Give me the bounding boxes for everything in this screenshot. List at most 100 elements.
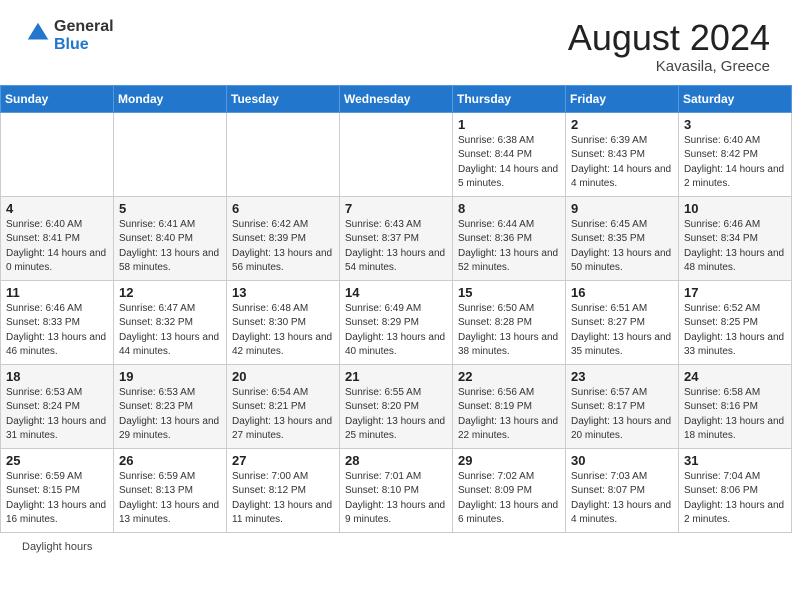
day-number: 9 xyxy=(571,201,673,216)
day-number: 31 xyxy=(684,453,786,468)
day-info: Sunrise: 6:49 AM Sunset: 8:29 PM Dayligh… xyxy=(345,302,447,360)
day-info: Sunrise: 6:46 AM Sunset: 8:33 PM Dayligh… xyxy=(6,302,108,360)
calendar-week-row: 11 Sunrise: 6:46 AM Sunset: 8:33 PM Dayli… xyxy=(1,280,792,364)
calendar-cell: 2Sunrise: 6:39 AM Sunset: 8:43 PM Daylig… xyxy=(566,112,679,196)
day-info: Sunrise: 6:50 AM Sunset: 8:28 PM Dayligh… xyxy=(458,302,560,360)
calendar-cell: 12Sunrise: 6:47 AM Sunset: 8:32 PM Dayli… xyxy=(114,280,227,364)
calendar-cell: 1 Sunrise: 6:38 AM Sunset: 8:44 PM Daylig… xyxy=(453,112,566,196)
calendar-cell: 9 Sunrise: 6:45 AM Sunset: 8:35 PM Daylig… xyxy=(566,196,679,280)
logo-blue-text: Blue xyxy=(54,36,89,53)
month-year-title: August 2024 xyxy=(568,18,770,58)
day-number: 30 xyxy=(571,453,673,468)
day-number: 23 xyxy=(571,369,673,384)
day-info: Sunrise: 6:41 AM Sunset: 8:40 PM Dayligh… xyxy=(119,218,221,276)
calendar-cell: 24 Sunrise: 6:58 AM Sunset: 8:16 PM Dayli… xyxy=(679,364,792,448)
day-info: Sunrise: 6:53 AM Sunset: 8:24 PM Dayligh… xyxy=(6,386,108,444)
day-number: 16 xyxy=(571,285,673,300)
day-number: 28 xyxy=(345,453,447,468)
logo-general-text: General xyxy=(54,18,114,35)
day-info: Sunrise: 6:54 AM Sunset: 8:21 PM Dayligh… xyxy=(232,386,334,444)
calendar-cell: 7 Sunrise: 6:43 AM Sunset: 8:37 PM Daylig… xyxy=(340,196,453,280)
location-subtitle: Kavasila, Greece xyxy=(568,58,770,75)
day-info: Sunrise: 7:00 AM Sunset: 8:12 PM Dayligh… xyxy=(232,470,334,528)
calendar-cell: 31 Sunrise: 7:04 AM Sunset: 8:06 PM Dayli… xyxy=(679,448,792,532)
day-number: 22 xyxy=(458,369,560,384)
day-number: 4 xyxy=(6,201,108,216)
calendar-cell: 13 Sunrise: 6:48 AM Sunset: 8:30 PM Dayli… xyxy=(227,280,340,364)
day-info: Sunrise: 7:02 AM Sunset: 8:09 PM Dayligh… xyxy=(458,470,560,528)
day-number: 26 xyxy=(119,453,221,468)
day-number: 7 xyxy=(345,201,447,216)
day-number: 18 xyxy=(6,369,108,384)
day-number: 21 xyxy=(345,369,447,384)
day-info: Sunrise: 6:46 AM Sunset: 8:34 PM Dayligh… xyxy=(684,218,786,276)
calendar-cell: 6 Sunrise: 6:42 AM Sunset: 8:39 PM Daylig… xyxy=(227,196,340,280)
day-info: Sunrise: 6:57 AM Sunset: 8:17 PM Dayligh… xyxy=(571,386,673,444)
calendar-cell: 4 Sunrise: 6:40 AM Sunset: 8:41 PM Daylig… xyxy=(1,196,114,280)
day-info: Sunrise: 6:56 AM Sunset: 8:19 PM Dayligh… xyxy=(458,386,560,444)
day-info: Sunrise: 6:48 AM Sunset: 8:30 PM Dayligh… xyxy=(232,302,334,360)
day-number: 3 xyxy=(684,117,786,132)
day-info: Sunrise: 6:43 AM Sunset: 8:37 PM Dayligh… xyxy=(345,218,447,276)
calendar-cell: 10Sunrise: 6:46 AM Sunset: 8:34 PM Dayli… xyxy=(679,196,792,280)
day-info: Sunrise: 6:47 AM Sunset: 8:32 PM Dayligh… xyxy=(119,302,221,360)
calendar-week-row: 1 Sunrise: 6:38 AM Sunset: 8:44 PM Daylig… xyxy=(1,112,792,196)
calendar-cell: 14 Sunrise: 6:49 AM Sunset: 8:29 PM Dayli… xyxy=(340,280,453,364)
day-info: Sunrise: 7:04 AM Sunset: 8:06 PM Dayligh… xyxy=(684,470,786,528)
day-number: 15 xyxy=(458,285,560,300)
day-info: Sunrise: 7:03 AM Sunset: 8:07 PM Dayligh… xyxy=(571,470,673,528)
day-info: Sunrise: 6:58 AM Sunset: 8:16 PM Dayligh… xyxy=(684,386,786,444)
calendar-cell: 18 Sunrise: 6:53 AM Sunset: 8:24 PM Dayli… xyxy=(1,364,114,448)
day-number: 11 xyxy=(6,285,108,300)
calendar-cell: 20Sunrise: 6:54 AM Sunset: 8:21 PM Dayli… xyxy=(227,364,340,448)
calendar-cell: 27 Sunrise: 7:00 AM Sunset: 8:12 PM Dayli… xyxy=(227,448,340,532)
calendar-cell: 11 Sunrise: 6:46 AM Sunset: 8:33 PM Dayli… xyxy=(1,280,114,364)
calendar-header-thursday: Thursday xyxy=(453,85,566,112)
calendar-header-tuesday: Tuesday xyxy=(227,85,340,112)
day-info: Sunrise: 6:55 AM Sunset: 8:20 PM Dayligh… xyxy=(345,386,447,444)
calendar-header-wednesday: Wednesday xyxy=(340,85,453,112)
day-info: Sunrise: 6:44 AM Sunset: 8:36 PM Dayligh… xyxy=(458,218,560,276)
calendar-header-saturday: Saturday xyxy=(679,85,792,112)
day-info: Sunrise: 6:52 AM Sunset: 8:25 PM Dayligh… xyxy=(684,302,786,360)
day-number: 29 xyxy=(458,453,560,468)
day-number: 27 xyxy=(232,453,334,468)
day-number: 24 xyxy=(684,369,786,384)
day-number: 14 xyxy=(345,285,447,300)
calendar-cell xyxy=(340,112,453,196)
day-info: Sunrise: 6:59 AM Sunset: 8:15 PM Dayligh… xyxy=(6,470,108,528)
day-info: Sunrise: 6:42 AM Sunset: 8:39 PM Dayligh… xyxy=(232,218,334,276)
header: General Blue August 2024 Kavasila, Greec… xyxy=(0,0,792,85)
calendar-cell: 19Sunrise: 6:53 AM Sunset: 8:23 PM Dayli… xyxy=(114,364,227,448)
day-number: 2 xyxy=(571,117,673,132)
day-info: Sunrise: 6:59 AM Sunset: 8:13 PM Dayligh… xyxy=(119,470,221,528)
day-info: Sunrise: 6:40 AM Sunset: 8:41 PM Dayligh… xyxy=(6,218,108,276)
day-number: 8 xyxy=(458,201,560,216)
calendar-week-row: 25Sunrise: 6:59 AM Sunset: 8:15 PM Dayli… xyxy=(1,448,792,532)
calendar-cell: 8 Sunrise: 6:44 AM Sunset: 8:36 PM Daylig… xyxy=(453,196,566,280)
calendar-table: SundayMondayTuesdayWednesdayThursdayFrid… xyxy=(0,85,792,533)
calendar-week-row: 4 Sunrise: 6:40 AM Sunset: 8:41 PM Daylig… xyxy=(1,196,792,280)
calendar-cell: 21 Sunrise: 6:55 AM Sunset: 8:20 PM Dayli… xyxy=(340,364,453,448)
day-info: Sunrise: 6:38 AM Sunset: 8:44 PM Dayligh… xyxy=(458,134,560,192)
calendar-header-friday: Friday xyxy=(566,85,679,112)
logo-icon xyxy=(24,19,52,47)
day-info: Sunrise: 6:53 AM Sunset: 8:23 PM Dayligh… xyxy=(119,386,221,444)
day-number: 13 xyxy=(232,285,334,300)
day-number: 6 xyxy=(232,201,334,216)
calendar-cell xyxy=(114,112,227,196)
day-number: 1 xyxy=(458,117,560,132)
calendar-cell: 16Sunrise: 6:51 AM Sunset: 8:27 PM Dayli… xyxy=(566,280,679,364)
footer-note: Daylight hours xyxy=(0,533,792,561)
calendar-header-sunday: Sunday xyxy=(1,85,114,112)
calendar-cell: 26 Sunrise: 6:59 AM Sunset: 8:13 PM Dayli… xyxy=(114,448,227,532)
day-info: Sunrise: 6:45 AM Sunset: 8:35 PM Dayligh… xyxy=(571,218,673,276)
calendar-cell: 15 Sunrise: 6:50 AM Sunset: 8:28 PM Dayli… xyxy=(453,280,566,364)
day-info: Sunrise: 7:01 AM Sunset: 8:10 PM Dayligh… xyxy=(345,470,447,528)
calendar-cell: 5Sunrise: 6:41 AM Sunset: 8:40 PM Daylig… xyxy=(114,196,227,280)
calendar-cell: 30 Sunrise: 7:03 AM Sunset: 8:07 PM Dayli… xyxy=(566,448,679,532)
calendar-cell: 29 Sunrise: 7:02 AM Sunset: 8:09 PM Dayli… xyxy=(453,448,566,532)
calendar-cell xyxy=(1,112,114,196)
calendar-header-row: SundayMondayTuesdayWednesdayThursdayFrid… xyxy=(1,85,792,112)
calendar-cell: 3Sunrise: 6:40 AM Sunset: 8:42 PM Daylig… xyxy=(679,112,792,196)
